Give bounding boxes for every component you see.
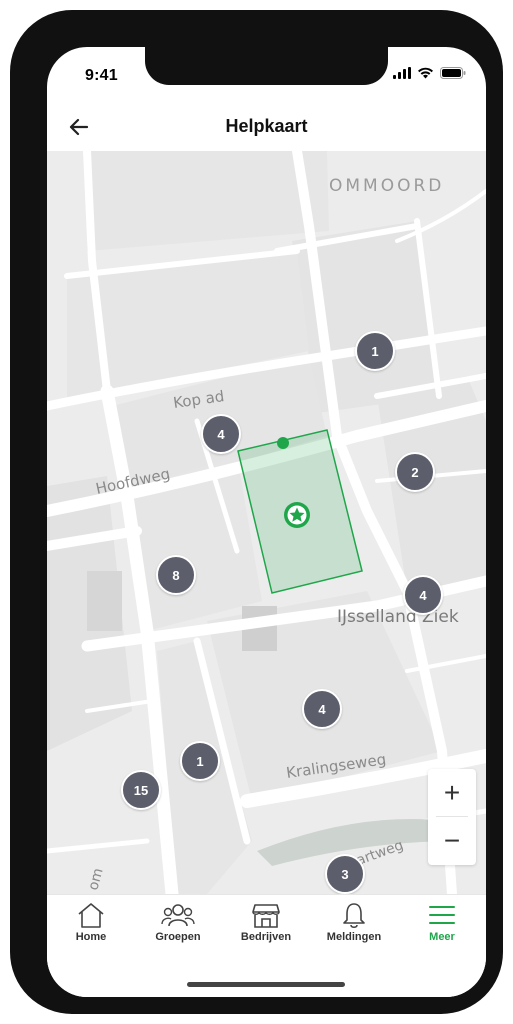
groups-icon [161, 904, 195, 927]
zoom-in-button[interactable]: + [428, 769, 476, 816]
screen: 9:41 Helpkaart OMMOORD Kop ad Hoofdweg I… [47, 47, 486, 997]
tab-label: Bedrijven [240, 931, 292, 943]
status-icons [393, 67, 466, 79]
signal-icon [393, 67, 411, 79]
store-icon [252, 904, 280, 928]
map[interactable]: OMMOORD Kop ad Hoofdweg IJsselland Ziek … [47, 151, 486, 894]
battery-icon [440, 67, 466, 79]
map-base: OMMOORD Kop ad Hoofdweg IJsselland Ziek … [47, 151, 486, 894]
cluster-marker[interactable]: 3 [325, 854, 365, 894]
bell-icon [343, 903, 365, 929]
notch [145, 47, 388, 85]
home-icon [78, 903, 104, 928]
tab-meldingen[interactable]: Meldingen [314, 901, 394, 953]
tab-bedrijven[interactable]: Bedrijven [226, 901, 306, 953]
phone-frame: 9:41 Helpkaart OMMOORD Kop ad Hoofdweg I… [10, 10, 503, 1014]
cluster-marker[interactable]: 1 [355, 331, 395, 371]
page-title: Helpkaart [225, 116, 308, 136]
home-indicator [187, 982, 345, 987]
cluster-marker[interactable]: 2 [395, 452, 435, 492]
tab-label: Meer [429, 931, 455, 943]
map-label-district: OMMOORD [329, 176, 444, 196]
tab-groepen[interactable]: Groepen [138, 901, 218, 953]
zoom-out-button[interactable]: − [428, 817, 476, 864]
tab-label: Groepen [155, 931, 201, 943]
menu-icon [429, 906, 455, 924]
zoom-control: + − [428, 769, 476, 865]
cluster-marker[interactable]: 4 [302, 689, 342, 729]
cluster-marker[interactable]: 15 [121, 770, 161, 810]
cluster-marker[interactable]: 4 [201, 414, 241, 454]
tab-label: Home [75, 931, 107, 943]
wifi-icon [418, 67, 433, 79]
header: Helpkaart [47, 103, 486, 152]
tab-meer[interactable]: Meer [402, 901, 482, 953]
tab-label: Meldingen [326, 931, 382, 943]
tab-home[interactable]: Home [51, 901, 131, 953]
cluster-marker[interactable]: 1 [180, 741, 220, 781]
status-time: 9:41 [85, 67, 118, 84]
cluster-marker[interactable]: 4 [403, 575, 443, 615]
map-label-hospital: IJsselland Ziek [337, 607, 459, 627]
cluster-marker[interactable]: 8 [156, 555, 196, 595]
